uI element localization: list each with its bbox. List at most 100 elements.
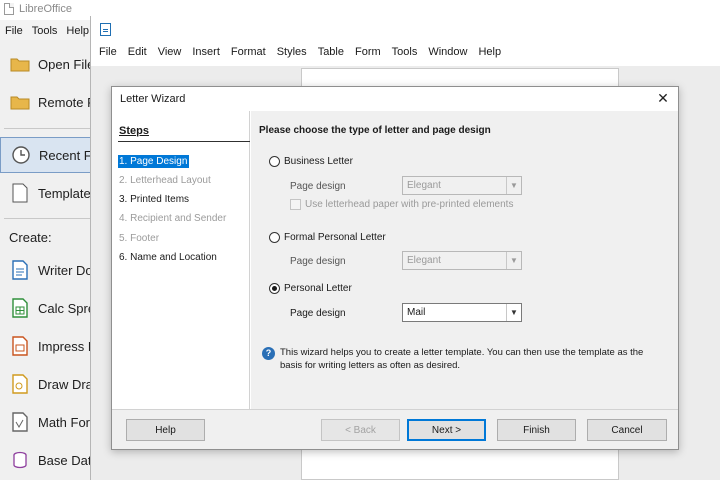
libreoffice-icon bbox=[4, 3, 14, 15]
clock-icon bbox=[11, 145, 31, 165]
business-page-design-select[interactable]: Elegant ▼ bbox=[402, 176, 522, 195]
formal-page-design-select[interactable]: Elegant ▼ bbox=[402, 251, 522, 270]
formal-page-design-label: Page design bbox=[290, 256, 346, 267]
math-formula-icon bbox=[10, 412, 30, 432]
start-center-menubar: File Tools Help bbox=[0, 22, 89, 40]
content-heading: Please choose the type of letter and pag… bbox=[259, 125, 491, 136]
sc-open-file[interactable]: Open File bbox=[0, 46, 96, 82]
wizard-footer: Help < Back Next > Finish Cancel bbox=[112, 409, 678, 449]
sc-create-writer[interactable]: Writer Document bbox=[0, 252, 96, 288]
radio-circle-checked[interactable] bbox=[269, 283, 280, 294]
step-recipient-sender[interactable]: 4. Recipient and Sender bbox=[119, 213, 226, 224]
chevron-down-icon[interactable]: ▼ bbox=[506, 177, 521, 194]
close-icon[interactable]: ✕ bbox=[654, 89, 672, 107]
step-name-location[interactable]: 6. Name and Location bbox=[119, 252, 217, 263]
finish-button[interactable]: Finish bbox=[497, 419, 576, 441]
impress-slide-icon bbox=[10, 336, 30, 356]
start-center-title: LibreOffice bbox=[4, 3, 72, 15]
sc-create-draw[interactable]: Draw Drawing bbox=[0, 366, 96, 402]
template-icon bbox=[10, 183, 30, 203]
step-printed-items[interactable]: 3. Printed Items bbox=[119, 194, 189, 205]
personal-page-design-select[interactable]: Mail ▼ bbox=[402, 303, 522, 322]
writer-titlebar bbox=[91, 16, 720, 42]
personal-page-design-label: Page design bbox=[290, 308, 346, 319]
sc-menu-help[interactable]: Help bbox=[66, 25, 89, 37]
remote-folder-icon bbox=[10, 92, 30, 112]
cancel-button[interactable]: Cancel bbox=[587, 419, 667, 441]
wizard-titlebar: Letter Wizard ✕ bbox=[112, 87, 678, 109]
info-row: ? This wizard helps you to create a lett… bbox=[262, 346, 662, 372]
letterhead-checkbox-row[interactable]: Use letterhead paper with pre-printed el… bbox=[290, 199, 513, 210]
personal-letter-radio[interactable]: Personal Letter bbox=[269, 283, 352, 294]
steps-panel: Steps 1. Page Design 2. Letterhead Layou… bbox=[113, 111, 250, 409]
sc-create-calc[interactable]: Calc Spreadsheet bbox=[0, 290, 96, 326]
back-button[interactable]: < Back bbox=[321, 419, 400, 441]
menu-form[interactable]: Form bbox=[355, 46, 381, 58]
menu-table[interactable]: Table bbox=[318, 46, 344, 58]
radio-circle[interactable] bbox=[269, 156, 280, 167]
business-letter-label: Business Letter bbox=[284, 156, 353, 167]
menu-file[interactable]: File bbox=[99, 46, 117, 58]
sc-separator bbox=[4, 218, 92, 219]
business-page-design-label: Page design bbox=[290, 181, 346, 192]
sc-menu-tools[interactable]: Tools bbox=[32, 25, 58, 37]
start-center-title-text: LibreOffice bbox=[19, 3, 72, 15]
help-info-icon: ? bbox=[262, 347, 275, 360]
writer-menubar: File Edit View Insert Format Styles Tabl… bbox=[91, 43, 501, 61]
radio-circle[interactable] bbox=[269, 232, 280, 243]
sc-create-base-label: Base Database bbox=[38, 452, 96, 468]
folder-icon bbox=[10, 54, 30, 74]
sc-separator bbox=[4, 128, 92, 129]
sc-open-file-label: Open File bbox=[38, 56, 95, 72]
sc-recent-files-label: Recent Files bbox=[39, 147, 95, 163]
letterhead-label: Use letterhead paper with pre-printed el… bbox=[305, 199, 514, 210]
letter-wizard-dialog: Letter Wizard ✕ Steps 1. Page Design 2. … bbox=[111, 86, 679, 450]
sc-remote-files-label: Remote Files bbox=[38, 94, 96, 110]
writer-document-icon bbox=[100, 23, 111, 36]
formal-page-design-value: Elegant bbox=[407, 255, 441, 266]
sc-create-calc-label: Calc Spreadsheet bbox=[38, 300, 96, 316]
sc-create-label: Create: bbox=[9, 230, 52, 245]
sc-create-math[interactable]: Math Formula bbox=[0, 404, 96, 440]
menu-insert[interactable]: Insert bbox=[192, 46, 220, 58]
sc-recent-files[interactable]: Recent Files bbox=[0, 137, 96, 173]
letterhead-checkbox[interactable] bbox=[290, 199, 301, 210]
step-page-design[interactable]: 1. Page Design bbox=[118, 155, 190, 168]
formal-letter-radio[interactable]: Formal Personal Letter bbox=[269, 232, 386, 243]
wizard-content: Please choose the type of letter and pag… bbox=[251, 111, 678, 409]
formal-letter-label: Formal Personal Letter bbox=[284, 232, 386, 243]
start-center-sidebar: Open File Remote Files Recent Files Temp… bbox=[0, 40, 96, 480]
writer-doc-icon bbox=[10, 260, 30, 280]
sc-remote-files[interactable]: Remote Files bbox=[0, 84, 96, 120]
database-icon bbox=[10, 450, 30, 470]
steps-divider bbox=[118, 141, 250, 142]
sc-create-writer-label: Writer Document bbox=[38, 262, 96, 278]
steps-header: Steps bbox=[119, 125, 149, 137]
sc-create-draw-label: Draw Drawing bbox=[38, 376, 96, 392]
sc-templates[interactable]: Templates bbox=[0, 175, 96, 211]
personal-letter-label: Personal Letter bbox=[284, 283, 352, 294]
wizard-title: Letter Wizard bbox=[120, 93, 186, 105]
sc-create-base[interactable]: Base Database bbox=[0, 442, 96, 478]
help-button[interactable]: Help bbox=[126, 419, 205, 441]
menu-format[interactable]: Format bbox=[231, 46, 266, 58]
menu-tools[interactable]: Tools bbox=[392, 46, 418, 58]
step-letterhead-layout[interactable]: 2. Letterhead Layout bbox=[119, 175, 211, 186]
menu-view[interactable]: View bbox=[158, 46, 182, 58]
business-letter-radio[interactable]: Business Letter bbox=[269, 156, 353, 167]
sc-create-math-label: Math Formula bbox=[38, 414, 96, 430]
next-button[interactable]: Next > bbox=[407, 419, 486, 441]
chevron-down-icon[interactable]: ▼ bbox=[506, 252, 521, 269]
chevron-down-icon[interactable]: ▼ bbox=[506, 304, 521, 321]
sc-create-impress[interactable]: Impress Presentation bbox=[0, 328, 96, 364]
menu-styles[interactable]: Styles bbox=[277, 46, 307, 58]
menu-edit[interactable]: Edit bbox=[128, 46, 147, 58]
personal-page-design-value: Mail bbox=[407, 307, 426, 318]
step-footer[interactable]: 5. Footer bbox=[119, 233, 159, 244]
menu-window[interactable]: Window bbox=[428, 46, 467, 58]
info-text: This wizard helps you to create a letter… bbox=[280, 347, 644, 371]
sc-menu-file[interactable]: File bbox=[5, 25, 23, 37]
sc-templates-label: Templates bbox=[38, 185, 96, 201]
business-page-design-value: Elegant bbox=[407, 180, 441, 191]
menu-help[interactable]: Help bbox=[478, 46, 501, 58]
